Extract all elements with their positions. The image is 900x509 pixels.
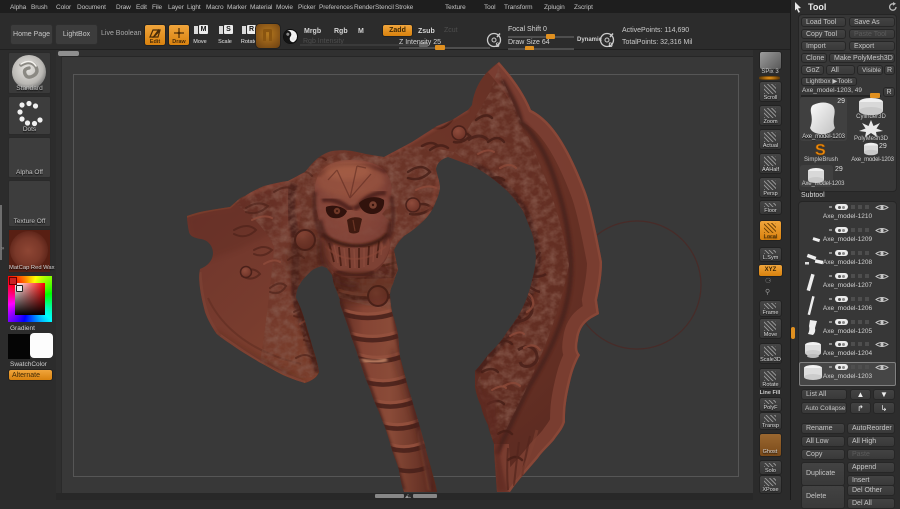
svg-text:S: S	[815, 142, 826, 158]
svg-text:D: D	[609, 43, 614, 48]
svg-text:S: S	[496, 43, 500, 48]
